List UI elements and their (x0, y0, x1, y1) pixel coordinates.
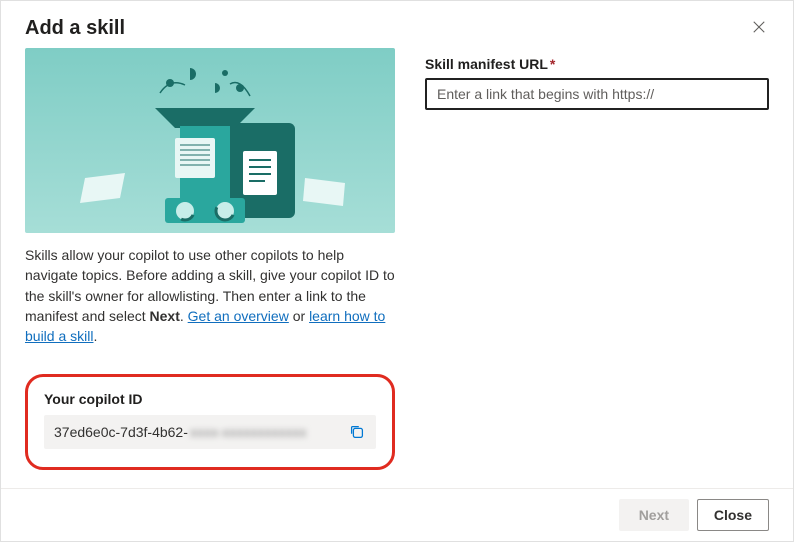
copilot-id-value: 37ed6e0c-7d3f-4b62-xxxx-xxxxxxxxxxxx (54, 424, 307, 440)
desc-after: . (180, 308, 188, 324)
copilot-id-visible: 37ed6e0c-7d3f-4b62- (54, 424, 188, 440)
close-button[interactable]: Close (697, 499, 769, 531)
copilot-id-blurred: xxxx-xxxxxxxxxxxx (190, 424, 307, 440)
desc-between: or (289, 308, 309, 324)
close-icon[interactable] (749, 17, 769, 37)
desc-period: . (93, 328, 97, 344)
url-field-label: Skill manifest URL* (425, 56, 769, 72)
copilot-id-field: 37ed6e0c-7d3f-4b62-xxxx-xxxxxxxxxxxx (44, 415, 376, 449)
skill-manifest-url-input[interactable] (425, 78, 769, 110)
skill-illustration (25, 48, 395, 233)
desc-bold: Next (150, 308, 180, 324)
description-text: Skills allow your copilot to use other c… (25, 245, 395, 346)
copilot-id-label: Your copilot ID (44, 391, 376, 407)
get-overview-link[interactable]: Get an overview (188, 308, 289, 324)
dialog-footer: Next Close (1, 488, 793, 541)
copy-icon[interactable] (348, 423, 366, 441)
next-button[interactable]: Next (619, 499, 689, 531)
dialog-title: Add a skill (25, 17, 125, 40)
copilot-id-highlight: Your copilot ID 37ed6e0c-7d3f-4b62-xxxx-… (25, 374, 395, 470)
